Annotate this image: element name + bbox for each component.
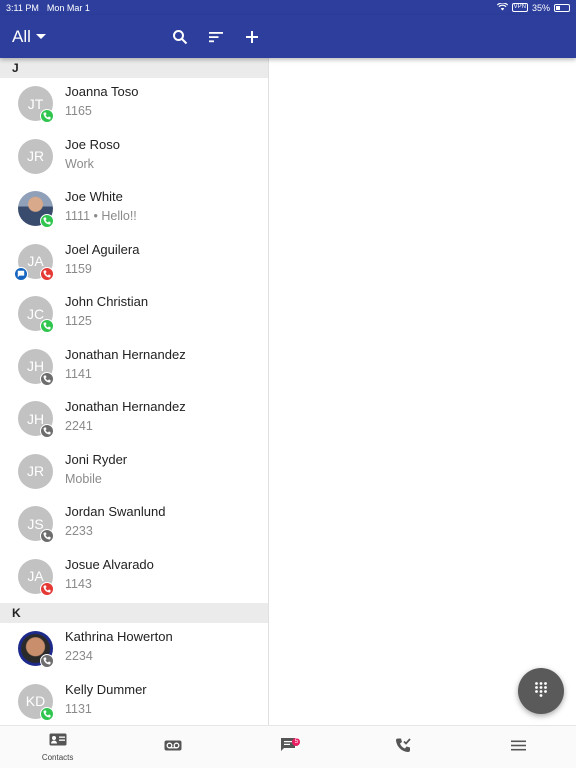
contact-detail: 1165 <box>65 104 92 118</box>
sort-icon[interactable] <box>206 27 226 47</box>
contact-name: Joni Ryder <box>65 451 128 467</box>
contact-row[interactable]: JS Jordan Swanlund 2233 <box>0 498 268 551</box>
dialpad-button[interactable] <box>518 668 564 714</box>
battery-icon <box>554 3 570 12</box>
battery-percent: 35% <box>531 2 550 13</box>
app-bar-actions <box>170 15 262 58</box>
phone-status-icon <box>40 214 54 228</box>
avatar: JR <box>18 138 53 174</box>
app-root: 3:11 PM Mon Mar 1 VPN 35% All J JT Joann… <box>0 0 576 768</box>
contact-detail: 1131 <box>65 701 92 716</box>
status-bar: 3:11 PM Mon Mar 1 VPN 35% <box>0 0 576 15</box>
contact-list[interactable]: J JT Joanna Toso 1165 JR Joe Roso Work Joe Whit… <box>0 58 269 725</box>
contact-name: John Christian <box>65 294 149 309</box>
contact-name: Joel Aguilera <box>65 241 140 257</box>
contact-detail: 1143 <box>65 576 92 591</box>
phone-status-icon <box>40 424 54 438</box>
contact-text: Joel Aguilera 1159 <box>65 241 139 278</box>
nav-contacts[interactable]: Contacts <box>0 726 115 768</box>
contact-name: Jonathan Hernandez <box>65 346 186 362</box>
status-date: Mon Mar 1 <box>46 2 90 13</box>
contact-text: Josue Alvarado 1143 <box>65 556 154 593</box>
contact-row[interactable]: JA Joel Aguilera 1159 <box>0 236 268 289</box>
contact-row[interactable]: KD Kelly Dummer 1131 <box>0 676 268 726</box>
contact-row[interactable]: JR Joe Roso Work <box>0 131 268 184</box>
contact-row[interactable]: Joe White 1111 • Hello!! <box>0 183 268 236</box>
contact-row[interactable]: JA Josue Alvarado 1143 <box>0 551 268 604</box>
nav-contacts-label: Contacts <box>41 752 74 762</box>
filter-label: All <box>12 26 31 46</box>
contact-detail: 1111 • Hello!! <box>65 209 137 223</box>
phone-status-icon <box>40 266 54 281</box>
contact-detail: 1159 <box>65 261 92 276</box>
contact-detail: 1141 <box>65 366 92 381</box>
voicemail-icon <box>164 738 182 756</box>
contact-name: Joanna Toso <box>65 84 139 99</box>
contact-name: Jordan Swanlund <box>65 504 166 519</box>
contact-row[interactable]: JH Jonathan Hernandez 1141 <box>0 341 268 394</box>
contact-name: Kelly Dummer <box>65 681 147 697</box>
dialpad-icon <box>534 681 548 702</box>
section-header-k: K <box>0 603 268 623</box>
contact-row[interactable]: JT Joanna Toso 1165 <box>0 78 268 131</box>
bottom-nav: Contacts 5 <box>0 725 576 768</box>
filter-dropdown[interactable]: All <box>12 27 46 47</box>
contact-text: Joanna Toso 1165 <box>65 83 139 120</box>
contact-row[interactable]: Kathrina Howerton 2234 <box>0 623 268 676</box>
phone-status-icon <box>40 371 54 386</box>
contact-text: Kelly Dummer 1131 <box>65 681 147 718</box>
contact-text: Joe White 1111 • Hello!! <box>65 188 137 225</box>
contact-name: Joe White <box>65 189 123 204</box>
avatar: JR <box>18 453 53 489</box>
nav-menu[interactable] <box>461 726 576 768</box>
contact-row[interactable]: JC John Christian 1125 <box>0 288 268 341</box>
phone-status-icon <box>40 706 54 721</box>
nav-call-history[interactable] <box>346 726 461 768</box>
contact-name: Kathrina Howerton <box>65 629 173 644</box>
contact-text: Joe Roso Work <box>65 136 120 173</box>
contact-name: Joe Roso <box>65 136 120 152</box>
messages-badge: 5 <box>292 738 301 746</box>
nav-voicemail[interactable] <box>115 726 230 768</box>
contact-detail: Work <box>65 156 94 171</box>
contact-detail: 2233 <box>65 524 93 538</box>
contacts-icon <box>49 733 67 751</box>
status-right: VPN 35% <box>496 1 570 13</box>
contact-detail: Mobile <box>65 471 102 486</box>
contact-row[interactable]: JR Joni Ryder Mobile <box>0 446 268 499</box>
contact-text: Kathrina Howerton 2234 <box>65 628 173 665</box>
status-time: 3:11 PM <box>6 2 39 13</box>
wifi-icon <box>496 1 508 13</box>
search-icon[interactable] <box>170 27 190 47</box>
chat-status-icon <box>14 266 28 281</box>
contact-detail: 2234 <box>65 649 93 663</box>
phone-status-icon <box>40 581 54 596</box>
contact-row[interactable]: JH Jonathan Hernandez 2241 <box>0 393 268 446</box>
contact-text: Joni Ryder Mobile <box>65 451 127 488</box>
phone-status-icon <box>40 529 54 543</box>
caret-down-icon <box>35 34 46 39</box>
vpn-indicator: VPN <box>511 3 528 12</box>
contact-detail: 1125 <box>65 314 92 328</box>
phone-status-icon <box>40 109 54 123</box>
contact-text: Jonathan Hernandez 2241 <box>65 398 186 435</box>
contact-text: John Christian 1125 <box>65 293 148 330</box>
nav-messages[interactable]: 5 <box>230 726 345 768</box>
contact-name: Jonathan Hernandez <box>65 399 186 414</box>
call-history-icon <box>395 737 411 758</box>
phone-status-icon <box>40 319 54 333</box>
contact-text: Jordan Swanlund 2233 <box>65 503 165 540</box>
contact-detail: 2241 <box>65 419 93 433</box>
menu-icon <box>510 738 526 756</box>
section-header-j: J <box>0 58 268 78</box>
add-icon[interactable] <box>242 27 262 47</box>
phone-status-icon <box>40 654 54 668</box>
app-bar: All <box>0 15 576 58</box>
contact-text: Jonathan Hernandez 1141 <box>65 346 186 383</box>
contact-name: Josue Alvarado <box>65 556 154 572</box>
